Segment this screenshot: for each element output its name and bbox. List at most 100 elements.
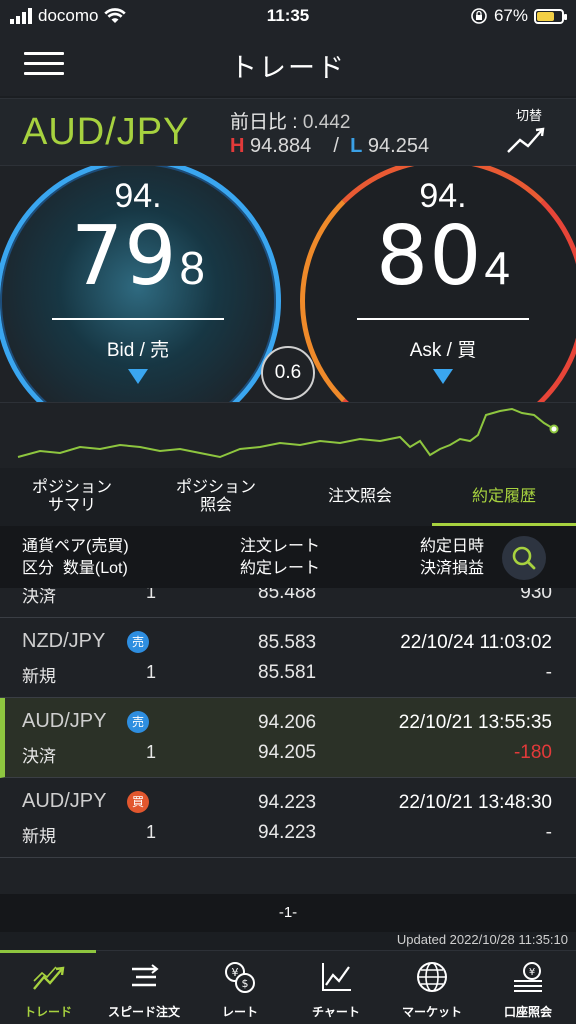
row-kind: 決済 <box>22 747 56 766</box>
tab-position-inquiry[interactable]: ポジション 照会 <box>144 468 288 526</box>
tab-execution-history[interactable]: 約定履歴 <box>432 468 576 526</box>
updated-timestamp: Updated 2022/10/28 11:35:10 <box>0 932 576 950</box>
row-qty: 1 <box>146 822 157 842</box>
column-pair-line2: 区分 数量(Lot) <box>22 560 128 577</box>
ask-price: 804 <box>305 209 576 304</box>
nav-label: レート <box>221 1005 258 1019</box>
row-datetime: 22/10/21 13:55:35 <box>398 712 552 733</box>
switch-button[interactable]: 切替 <box>504 105 554 159</box>
pager[interactable]: -1- <box>0 894 576 932</box>
table-row[interactable]: NZD/JPY 売 新規 1 85.583 85.581 22/10/24 11… <box>0 618 576 698</box>
sparkline-chart <box>17 407 559 459</box>
nav-label: トレード <box>23 1005 72 1019</box>
column-date-line2: 決済損益 <box>420 560 485 577</box>
buy-badge: 買 <box>127 791 149 813</box>
high-low-separator: / <box>333 135 339 157</box>
table-row[interactable]: 決済 1 85.488 930 <box>0 588 576 618</box>
column-pair: 通貨ペア(売買) 区分 数量(Lot) <box>22 536 129 580</box>
tab-label: 約定履歴 <box>471 488 536 505</box>
page-title: トレード <box>230 53 346 83</box>
search-icon <box>512 546 536 570</box>
column-rate-line2: 約定レート <box>240 560 321 577</box>
row-datetime: 22/10/21 13:48:30 <box>398 792 552 813</box>
ask-underline <box>357 318 529 320</box>
tab-bar: ポジション サマリ ポジション 照会 注文照会 約定履歴 <box>0 468 576 526</box>
spread-badge: 0.6 <box>261 346 315 400</box>
row-pl: - <box>545 662 552 683</box>
row-pair: AUD/JPY <box>22 710 107 732</box>
execution-list: 決済 1 85.488 930 NZD/JPY 売 新規 1 85.583 85… <box>0 588 576 894</box>
status-bar: docomo 11:35 67% <box>0 0 576 32</box>
ask-main: 80 <box>376 209 483 304</box>
tab-label: 注文照会 <box>327 488 392 505</box>
high-label: H <box>230 135 245 157</box>
switch-label: 切替 <box>515 108 542 123</box>
row-qty: 1 <box>146 742 157 762</box>
column-pair-line1: 通貨ペア(売買) <box>22 538 129 555</box>
rate-icon: ¥ $ <box>225 962 255 993</box>
account-icon: ¥ <box>514 962 542 992</box>
table-row-selected[interactable]: AUD/JPY 売 決済 1 94.206 94.205 22/10/21 13… <box>0 698 576 778</box>
tab-label: ポジション サマリ <box>31 479 112 514</box>
row-fill-rate: 85.581 <box>258 662 317 683</box>
ask-arrow-down-icon <box>433 369 453 384</box>
nav-label: スピード注文 <box>107 1005 180 1019</box>
row-qty: 1 <box>146 662 157 682</box>
tab-label: ポジション 照会 <box>175 479 256 514</box>
trend-icon <box>33 966 65 990</box>
search-button[interactable] <box>502 536 546 580</box>
sell-badge: 売 <box>127 631 149 653</box>
column-rate: 注文レート 約定レート <box>240 536 320 580</box>
row-fill-rate: 85.488 <box>258 588 317 603</box>
tab-position-summary[interactable]: ポジション サマリ <box>0 468 144 526</box>
nav-label: チャート <box>312 1005 360 1019</box>
price-sparkline <box>0 402 576 468</box>
bid-button[interactable]: 94. 798 Bid / 売 <box>0 166 281 402</box>
row-datetime: 22/10/24 11:03:02 <box>400 632 552 653</box>
svg-text:¥: ¥ <box>529 967 535 978</box>
nav-account[interactable]: ¥ 口座照会 <box>480 951 576 1024</box>
row-kind: 決済 <box>22 588 56 606</box>
nav-label: マーケット <box>401 1005 462 1019</box>
column-date-line1: 約定日時 <box>420 538 485 555</box>
nav-chart[interactable]: チャート <box>288 951 384 1024</box>
bid-underline <box>52 318 224 320</box>
battery-icon <box>534 8 567 24</box>
status-right: 67% <box>470 6 567 26</box>
pair-name[interactable]: AUD/JPY <box>22 111 189 154</box>
bid-label: Bid / 売 <box>106 340 170 361</box>
speed-order-icon <box>132 964 159 987</box>
row-kind: 新規 <box>22 667 56 686</box>
column-date: 約定日時 決済損益 <box>420 536 484 580</box>
high-low: H 94.884 / L 94.254 <box>230 135 429 158</box>
day-change: 前日比 : 0.442 <box>230 107 350 134</box>
table-row[interactable]: AUD/JPY 買 新規 1 94.223 94.223 22/10/21 13… <box>0 778 576 858</box>
bid-main: 79 <box>71 209 178 304</box>
battery-percent: 67% <box>493 6 528 25</box>
nav-trade[interactable]: トレード <box>0 950 96 1024</box>
trend-switch-icon <box>507 127 545 153</box>
nav-rate[interactable]: ¥ $ レート <box>192 951 288 1024</box>
row-qty: 1 <box>146 588 157 602</box>
rotation-lock-icon <box>471 8 487 24</box>
ask-button[interactable]: 94. 804 Ask / 買 <box>300 166 576 402</box>
day-change-value: 0.442 <box>302 112 351 133</box>
low-label: L <box>350 135 363 157</box>
row-pl: -180 <box>513 742 552 763</box>
row-fill-rate: 94.205 <box>258 742 317 763</box>
row-order-rate: 85.583 <box>258 632 317 653</box>
nav-market[interactable]: マーケット <box>384 951 480 1024</box>
column-header: 通貨ペア(売買) 区分 数量(Lot) 注文レート 約定レート 約定日時 決済損… <box>0 526 576 588</box>
globe-icon <box>417 962 447 992</box>
bottom-nav: トレード スピード注文 ¥ $ レート チャート マーケット ¥ 口座照会 <box>0 950 576 1024</box>
tab-order-inquiry[interactable]: 注文照会 <box>288 468 432 526</box>
high-value: 94.884 <box>250 135 312 157</box>
ask-sub: 4 <box>484 242 510 294</box>
nav-speed-order[interactable]: スピード注文 <box>96 951 192 1024</box>
row-kind: 新規 <box>22 827 56 846</box>
sparkline-endpoint <box>549 424 559 434</box>
row-pl: - <box>545 822 552 843</box>
bid-price: 798 <box>0 209 276 304</box>
row-pl: 930 <box>520 588 552 603</box>
app-header: トレード <box>0 32 576 96</box>
